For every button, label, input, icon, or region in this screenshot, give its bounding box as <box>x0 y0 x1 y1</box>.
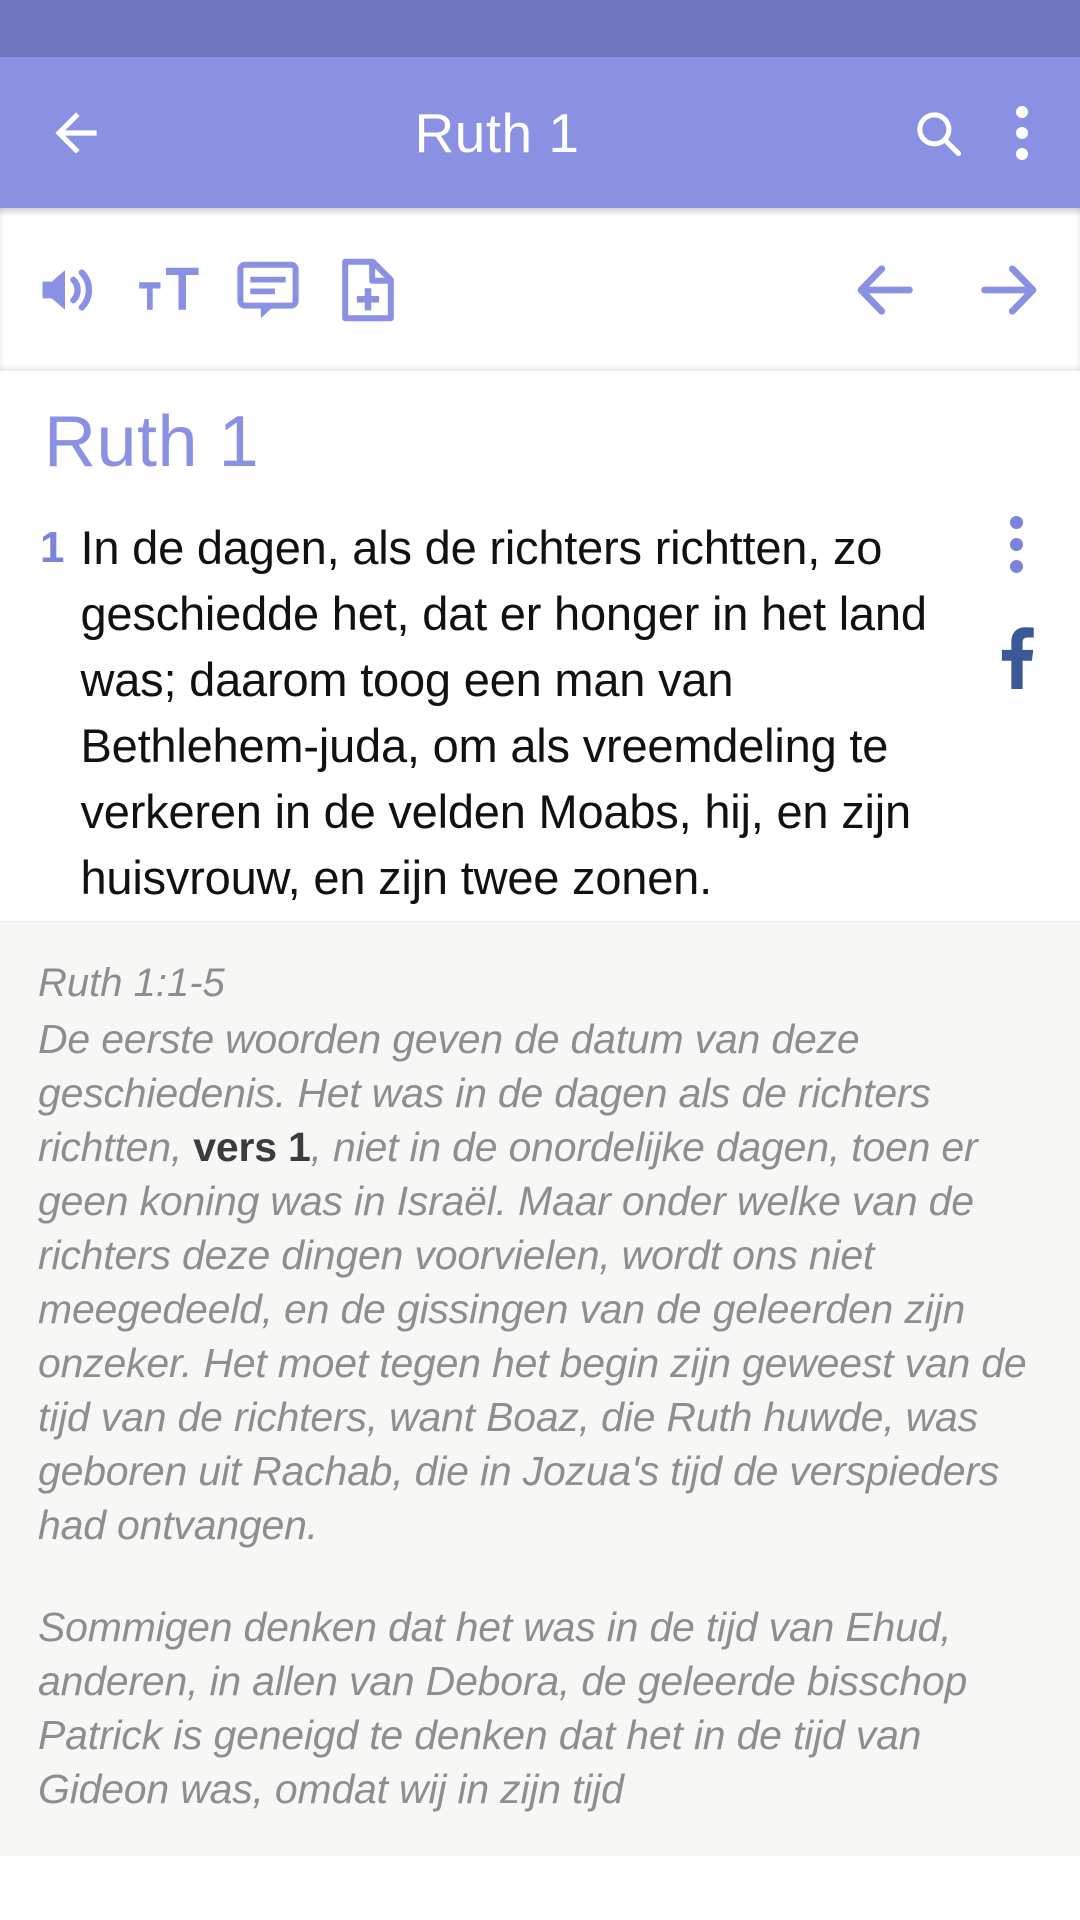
chapter-content[interactable]: Ruth 1 1 In de dagen, als de richters ri… <box>0 371 1080 1920</box>
status-bar <box>0 0 1080 57</box>
verse-row[interactable]: 1 In de dagen, als de richters richtten,… <box>0 495 1080 921</box>
facebook-icon <box>1001 627 1034 689</box>
arrow-right-icon <box>981 264 1037 315</box>
verse-number: 1 <box>40 523 65 572</box>
arrow-left-icon <box>55 111 97 154</box>
commentary-paragraph-2: Sommigen denken dat het was in de tijd v… <box>38 1604 968 1812</box>
commentary-text-part-2: , niet in de onordelijke dagen, toen er … <box>38 1124 1027 1548</box>
dots-vertical-icon <box>1009 509 1023 579</box>
verse-options-button[interactable] <box>1009 509 1023 579</box>
commentary-reference: Ruth 1:1-5 <box>38 961 225 1005</box>
facebook-share-button[interactable] <box>985 621 1047 691</box>
reading-toolbar-right <box>838 240 1056 340</box>
notes-button[interactable] <box>222 240 314 340</box>
verse-text[interactable]: In de dagen, als de richters richtten, z… <box>80 515 960 911</box>
text-size-button[interactable] <box>122 240 214 340</box>
reading-toolbar <box>0 208 1080 371</box>
overflow-menu-button[interactable] <box>992 85 1052 181</box>
add-note-button[interactable] <box>322 240 414 340</box>
page-title: Ruth 1 <box>414 101 580 164</box>
commentary-paragraph-1: De eerste woorden geven de datum van dez… <box>38 1012 1036 1552</box>
audio-button[interactable] <box>22 240 114 340</box>
app-bar: Ruth 1 <box>0 57 1080 208</box>
search-icon <box>917 111 962 156</box>
comment-lines-icon <box>237 261 299 318</box>
text-size-icon <box>139 267 199 310</box>
next-chapter-button[interactable] <box>960 240 1056 340</box>
commentary-panel: Ruth 1:1-5 De eerste woorden geven de da… <box>0 921 1080 1856</box>
document-add-icon <box>342 258 394 321</box>
reading-toolbar-left <box>22 240 414 340</box>
dots-vertical-icon <box>1016 98 1028 168</box>
chapter-heading: Ruth 1 <box>44 402 260 482</box>
verse-actions <box>968 509 1064 691</box>
arrow-left-icon <box>857 264 913 315</box>
app-bar-actions <box>894 85 1052 181</box>
search-button[interactable] <box>894 85 982 181</box>
bible-reader-screen: Ruth 1 Ruth 1 1 In de dagen, als de rich… <box>0 0 1080 1920</box>
speaker-volume-icon <box>42 268 93 311</box>
previous-chapter-button[interactable] <box>838 240 934 340</box>
commentary-verse-link[interactable]: vers 1 <box>193 1124 311 1170</box>
